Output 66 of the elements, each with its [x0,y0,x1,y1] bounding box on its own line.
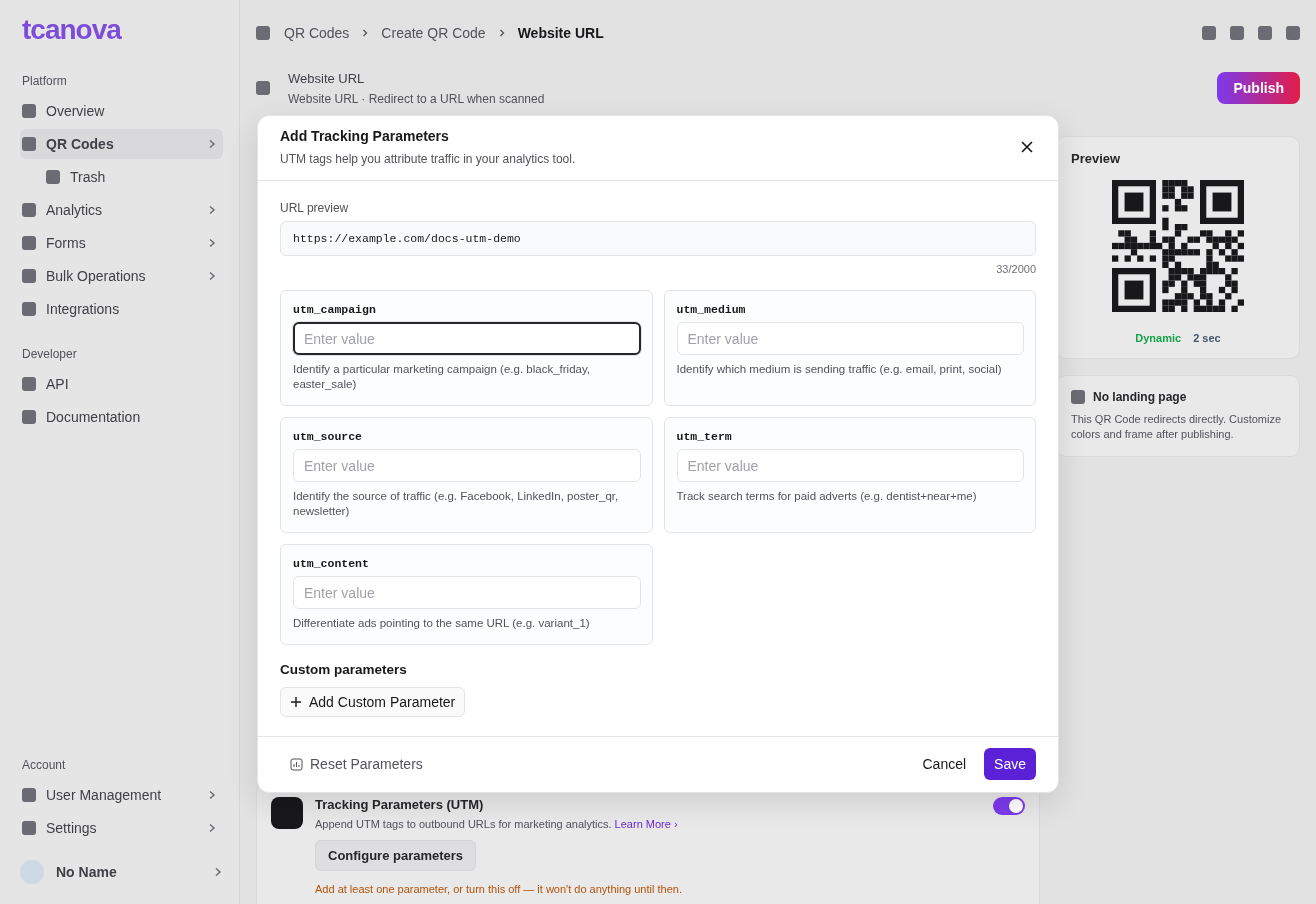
warning-text: Add at least one parameter, or turn this off — it won't do anything until then. [315,883,683,895]
url-preview-field: https://example.com/docs-utm-demo [280,221,1036,256]
cancel-button[interactable]: Cancel [912,748,977,780]
help-text: Identify a particular marketing campaign (e.g. black_friday, easter_sale) [293,362,591,392]
dialog-subtitle: UTM tags help you attribute traffic in your analytics tool. [280,152,577,166]
chevron-icon [207,205,217,215]
chevron-icon [207,271,217,281]
status-label: 2 sec [1193,332,1221,344]
sidebar-item[interactable]: Forms [20,228,223,258]
field-label: URL preview [280,201,349,215]
close-icon [1020,140,1034,154]
help-text: Identify the source of traffic (e.g. Facebook, LinkedIn, poster_qr, newsletter) [293,489,620,519]
toggle-switch[interactable] [993,797,1025,815]
sidebar-item[interactable]: Overview [20,96,223,126]
sidebar-item[interactable]: QR Codes [20,129,223,159]
breadcrumb[interactable]: QR Codes [284,25,350,41]
chevron-icon [497,29,506,37]
help-text: Track search terms for paid adverts (e.g. dentist+near+me) [676,489,977,504]
character-count: 33/2000 [996,263,1036,275]
page-subtitle: Website URL · Redirect to a URL when scanned [288,91,546,106]
card-title: Preview [1071,151,1122,166]
reset-button[interactable]: Reset Parameters [290,752,423,776]
plus-icon [290,696,302,708]
breadcrumb[interactable]: Website URL [517,25,604,41]
help-text: Differentiate ads pointing to the same URL (e.g. variant_1) [293,616,590,631]
sidebar-item[interactable]: Analytics [20,195,223,225]
sidebar-item[interactable]: Integrations [20,294,223,324]
chart-icon [290,757,303,771]
card-title: No landing page [1093,390,1187,404]
parameter-name: utm_term [676,430,732,443]
card-description: This QR Code redirects directly. Customize colors and frame after publishing. [1071,412,1283,442]
chevron-icon [207,823,217,833]
section-heading: Platform [22,74,68,88]
sidebar-item[interactable]: API [20,369,223,399]
status-label: Dynamic [1135,332,1182,344]
card-description: Append UTM tags to outbound URLs for marketing analytics. Learn More › [315,818,679,830]
sidebar-item[interactable]: Settings [20,813,223,843]
section-heading: Developer [22,347,78,361]
input-field[interactable]: Enter value [293,322,641,355]
configure-button[interactable]: Configure parameters [315,840,477,871]
breadcrumb[interactable]: Create QR Code [381,25,486,41]
chevron-icon [213,867,223,877]
user-menu[interactable]: No Name [20,860,223,884]
parameter-name: utm_campaign [293,303,376,316]
logo: tcanova [22,14,123,46]
dialog-title: Add Tracking Parameters [280,128,450,144]
learn-more-link[interactable]: Learn More › [614,818,678,830]
save-button[interactable]: Save [984,748,1036,780]
sidebar-item[interactable]: User Management [20,780,223,810]
sidebar-item[interactable]: Documentation [20,402,223,432]
parameter-name: utm_source [293,430,362,443]
publish-button[interactable]: Publish [1217,72,1300,104]
parameter-name: utm_content [293,557,369,570]
help-text: Identify which medium is sending traffic (e.g. email, print, social) [676,362,1002,377]
chevron-icon [207,139,217,149]
add-parameter-button[interactable]: Add Custom Parameter [280,687,466,717]
chevron-icon [207,238,217,248]
chevron-icon [361,29,370,37]
page-title: Website URL [288,70,366,86]
chevron-icon [207,790,217,800]
section-heading: Custom parameters [280,662,407,677]
section-heading: Account [22,758,67,772]
sidebar-item[interactable]: Bulk Operations [20,261,223,291]
parameter-name: utm_medium [676,303,746,316]
card-title: Tracking Parameters (UTM) [315,797,485,812]
sidebar-subitem[interactable]: Trash [20,162,223,192]
